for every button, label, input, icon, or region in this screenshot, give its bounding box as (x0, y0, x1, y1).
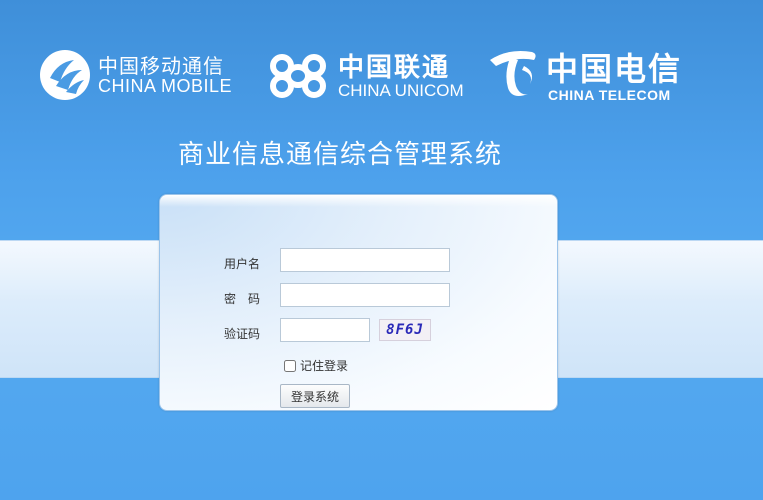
password-input[interactable] (280, 283, 450, 307)
china-unicom-logo: 中国联通 CHINA UNICOM (262, 44, 477, 104)
china-unicom-logo-icon (270, 54, 326, 98)
panel-gloss (160, 195, 557, 207)
china-mobile-cn-name: 中国移动通信 (98, 54, 224, 78)
remember-login-label: 记住登录 (300, 359, 349, 373)
password-label: 密 码 (224, 292, 261, 306)
china-mobile-logo-icon (40, 50, 90, 100)
captcha-label: 验证码 (224, 327, 261, 341)
china-mobile-en-name: CHINA MOBILE (98, 76, 233, 96)
china-telecom-en-name: CHINA TELECOM (548, 87, 671, 103)
china-telecom-logo: 中国电信 CHINA TELECOM (486, 44, 691, 104)
login-panel: 用户名 密 码 验证码 8F6J 记住登录 登录系统 (159, 194, 558, 411)
system-title: 商业信息通信综合管理系统 (178, 140, 503, 170)
username-input[interactable] (280, 248, 450, 272)
login-button[interactable]: 登录系统 (280, 384, 350, 408)
remember-login-checkbox[interactable] (284, 359, 296, 372)
captcha-image[interactable]: 8F6J (379, 319, 431, 341)
china-unicom-en-name: CHINA UNICOM (338, 81, 464, 100)
china-mobile-logo: 中国移动通信 CHINA MOBILE (38, 44, 238, 104)
china-unicom-cn-name: 中国联通 (338, 53, 451, 83)
captcha-input[interactable] (280, 318, 370, 342)
china-telecom-cn-name: 中国电信 (546, 50, 683, 88)
china-telecom-logo-icon (490, 51, 536, 96)
username-label: 用户名 (224, 257, 261, 271)
remember-login[interactable]: 记住登录 (284, 357, 348, 374)
